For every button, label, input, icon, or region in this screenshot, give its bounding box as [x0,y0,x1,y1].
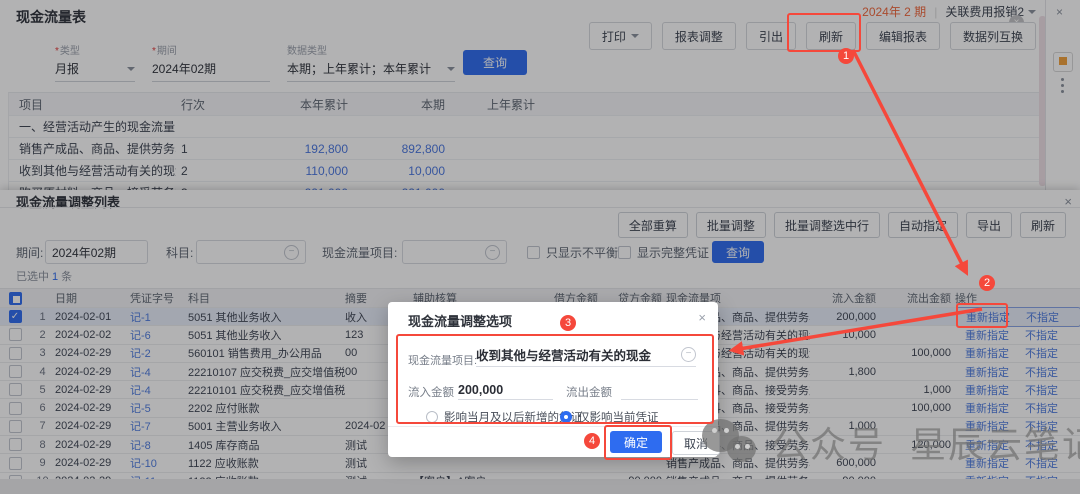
screen: 现金流量表 2024年 2 期 | 关联费用报销2 × 打印报表调整引出刷新编辑… [0,0,1080,494]
annotation-step-4: 4 [584,433,600,449]
dialog-close-icon[interactable]: × [698,310,706,325]
annotation-step-2: 2 [979,275,995,291]
annotation-step-3: 3 [560,315,576,331]
annotation-box-reassign [956,303,1008,328]
dialog-title: 现金流量调整选项 [408,311,512,330]
annotation-box-ok [604,425,672,460]
annotation-box-report-adjust [787,13,861,52]
watermark-text: 公众号 星辰云笔记 [772,416,1080,468]
annotation-box-dialog-form [396,334,714,424]
annotation-step-1: 1 [838,48,854,64]
watermark: 公众号 星辰云笔记 [702,414,1080,470]
